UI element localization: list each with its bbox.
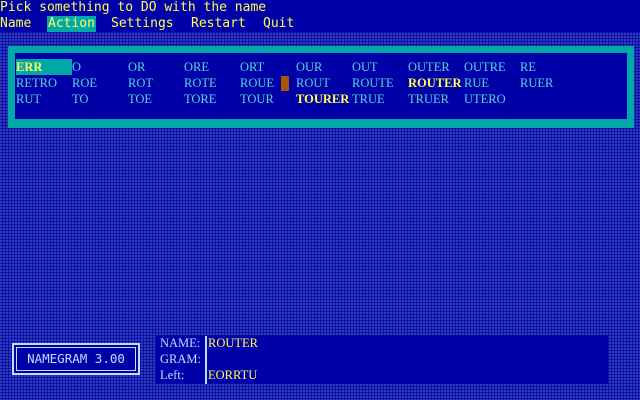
word-item[interactable]: ROT [128,75,153,91]
word-item[interactable]: RE [520,59,536,75]
info-row-gram: GRAM: [156,351,608,367]
left-value: EORRTU [208,368,258,382]
word-item[interactable]: OUR [296,59,322,75]
word-item[interactable]: OUTER [408,59,450,75]
word-item[interactable]: RETRO [16,75,57,91]
word-item[interactable]: ORT [240,59,264,75]
word-item[interactable]: UTERO [464,91,506,107]
name-value: ROUTER [208,336,258,350]
menu-item-action[interactable]: Action [47,16,96,32]
word-item[interactable]: O [72,59,81,75]
app-logo-text: NAMEGRAM 3.00 [27,351,125,366]
info-row-left: Left: EORRTU [156,367,608,383]
app-logo-box: NAMEGRAM 3.00 [12,343,140,375]
word-item[interactable]: TRUE [352,91,385,107]
cursor-block [281,76,289,91]
word-item-highlighted[interactable]: TOURER [296,91,349,107]
info-row-name: NAME: ROUTER [156,335,608,351]
menu-item-restart[interactable]: Restart [191,16,246,32]
word-item[interactable]: OUT [352,59,378,75]
word-item[interactable]: RUER [520,75,553,91]
word-item[interactable]: OUTRE [464,59,506,75]
menu-item-quit[interactable]: Quit [263,16,294,32]
word-item[interactable]: RUT [16,91,41,107]
word-item[interactable]: ROTE [184,75,217,91]
word-item[interactable]: OR [128,59,145,75]
menu-item-name[interactable]: Name [0,16,31,32]
word-item[interactable]: ROUTE [352,75,394,91]
word-list-frame: ERR O OR ORE ORT OUR OUT OUTER OUTRE RE … [8,46,634,128]
word-item[interactable]: TORE [184,91,216,107]
word-item[interactable]: TOUR [240,91,274,107]
menu-bar: Name Action Settings Restart Quit [0,16,640,32]
word-item[interactable]: TRUER [408,91,449,107]
word-item-highlighted[interactable]: ROUTER [408,75,461,91]
word-item[interactable]: RUE [464,75,489,91]
menu-item-settings[interactable]: Settings [111,16,174,32]
top-bar: Pick something to DO with the name Name … [0,0,640,32]
word-item[interactable]: ROUT [296,75,330,91]
word-item[interactable]: TO [72,91,88,107]
word-item-selected[interactable]: ERR [16,59,72,75]
prompt-text: Pick something to DO with the name [0,0,267,15]
word-list: ERR O OR ORE ORT OUR OUT OUTER OUTRE RE … [13,51,629,121]
word-item[interactable]: ROE [72,75,97,91]
word-item[interactable]: TOE [128,91,152,107]
word-item[interactable]: ROUE [240,75,274,91]
name-label: NAME: [160,336,201,350]
info-panel: NAME: ROUTER GRAM: Left: EORRTU [156,335,608,384]
word-item[interactable]: ORE [184,59,209,75]
gram-label: GRAM: [160,352,201,366]
left-label: Left: [160,368,185,382]
